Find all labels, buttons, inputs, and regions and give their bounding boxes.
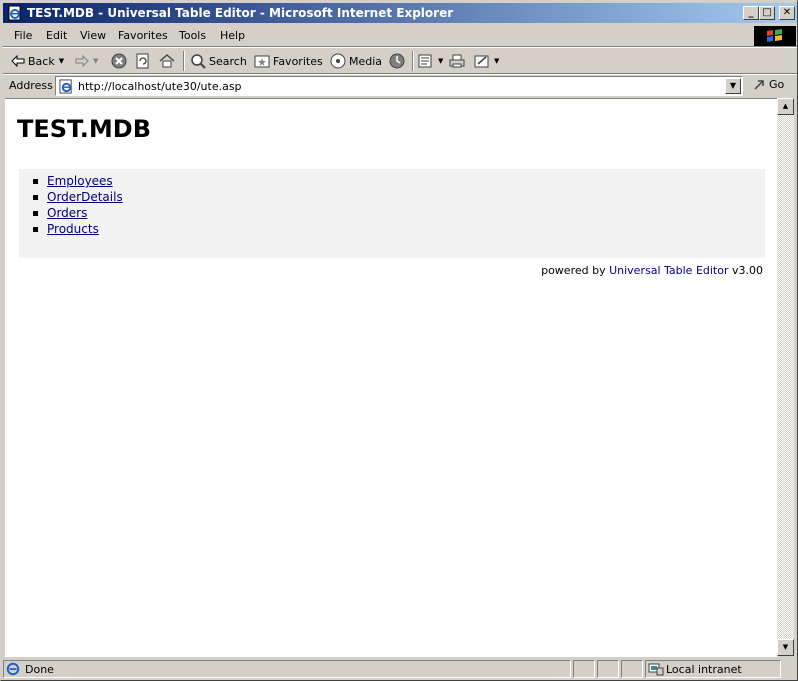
- refresh-icon: [136, 53, 149, 69]
- ie-page-icon: [59, 79, 72, 94]
- menu-help[interactable]: Help: [220, 29, 245, 42]
- page-title: TEST.MDB: [17, 115, 151, 143]
- search-icon: [191, 54, 206, 69]
- list-item: Products: [33, 222, 123, 238]
- address-dropdown-button[interactable]: ▼: [725, 78, 741, 94]
- scroll-down-button[interactable]: ▼: [777, 639, 794, 656]
- list-item: Employees: [33, 174, 123, 190]
- edit-icon: [474, 55, 489, 68]
- go-arrow-icon: [754, 80, 764, 90]
- maximize-button[interactable]: □: [759, 6, 775, 20]
- status-panel: [573, 660, 595, 678]
- back-dropdown-icon[interactable]: ▼: [59, 57, 64, 65]
- back-button[interactable]: Back ▼: [11, 51, 64, 71]
- home-button[interactable]: [159, 51, 175, 71]
- menu-edit[interactable]: Edit: [46, 29, 67, 42]
- powered-prefix: powered by: [541, 264, 610, 277]
- forward-button[interactable]: ▼: [75, 51, 98, 71]
- search-label: Search: [209, 54, 247, 68]
- forward-arrow-icon: [75, 55, 89, 67]
- search-button[interactable]: Search: [190, 51, 247, 71]
- table-link-employees[interactable]: Employees: [47, 174, 113, 188]
- window-title: TEST.MDB - Universal Table Editor - Micr…: [27, 6, 454, 20]
- browser-window: TEST.MDB - Universal Table Editor - Micr…: [0, 0, 798, 681]
- table-list-panel: Employees OrderDetails Orders Products: [19, 169, 765, 258]
- address-input[interactable]: http://localhost/ute30/ute.asp ▼: [55, 76, 743, 96]
- back-arrow-icon: [11, 55, 25, 67]
- powered-by-footer: powered by Universal Table Editor v3.00: [541, 264, 763, 277]
- edit-button[interactable]: ▼: [474, 51, 499, 71]
- ie-page-icon: [8, 5, 21, 21]
- ute-link[interactable]: Universal Table Editor: [609, 264, 728, 277]
- zone-text: Local intranet: [666, 663, 742, 676]
- powered-version: v3.00: [728, 264, 763, 277]
- toolbar-separator: [183, 51, 185, 71]
- status-panel: [621, 660, 643, 678]
- print-button[interactable]: [449, 51, 465, 71]
- menu-tools[interactable]: Tools: [179, 29, 206, 42]
- scroll-up-button[interactable]: ▲: [777, 98, 794, 115]
- standard-toolbar: Back ▼ ▼ Search Favorites Media ▼ ▼: [3, 48, 797, 73]
- minimize-button[interactable]: _: [743, 6, 759, 20]
- table-link-orders[interactable]: Orders: [47, 206, 87, 220]
- favorites-label: Favorites: [273, 54, 323, 68]
- media-button[interactable]: Media: [330, 51, 382, 71]
- home-icon: [159, 54, 175, 68]
- mail-dropdown-icon[interactable]: ▼: [438, 57, 443, 65]
- title-bar[interactable]: TEST.MDB - Universal Table Editor - Micr…: [3, 3, 797, 23]
- mail-button[interactable]: ▼: [418, 51, 443, 71]
- menu-bar: File Edit View Favorites Tools Help: [3, 25, 797, 46]
- status-text: Done: [25, 663, 54, 676]
- menu-view[interactable]: View: [80, 29, 106, 42]
- stop-icon: [111, 53, 127, 69]
- media-icon: [330, 53, 346, 69]
- status-bar: Done Local intranet: [3, 659, 797, 679]
- table-link-products[interactable]: Products: [47, 222, 99, 236]
- list-item: OrderDetails: [33, 190, 123, 206]
- history-button[interactable]: [389, 51, 405, 71]
- address-url: http://localhost/ute30/ute.asp: [78, 80, 242, 93]
- close-button[interactable]: ✕: [779, 6, 795, 20]
- print-icon: [449, 54, 465, 68]
- toolbar-separator: [412, 51, 414, 71]
- status-main-panel: Done: [3, 660, 571, 678]
- intranet-icon: [648, 663, 664, 676]
- history-icon: [389, 53, 405, 69]
- stop-button[interactable]: [111, 51, 127, 71]
- zone-panel: Local intranet: [645, 660, 781, 678]
- address-label: Address: [9, 79, 53, 92]
- back-label: Back: [28, 54, 55, 68]
- mail-icon: [418, 54, 432, 68]
- windows-flag-icon: [754, 26, 796, 46]
- table-list: Employees OrderDetails Orders Products: [33, 174, 123, 238]
- ie-page-icon: [6, 662, 20, 676]
- menu-file[interactable]: File: [14, 29, 32, 42]
- menu-favorites[interactable]: Favorites: [118, 29, 168, 42]
- address-bar: Address http://localhost/ute30/ute.asp ▼…: [3, 75, 797, 97]
- page-viewport: TEST.MDB Employees OrderDetails Orders P…: [5, 98, 777, 657]
- refresh-button[interactable]: [135, 51, 151, 71]
- table-link-orderdetails[interactable]: OrderDetails: [47, 190, 123, 204]
- go-label: Go: [769, 77, 785, 91]
- edit-dropdown-icon[interactable]: ▼: [494, 57, 499, 65]
- vertical-scrollbar[interactable]: ▲ ▼: [777, 98, 794, 656]
- media-label: Media: [349, 54, 383, 68]
- favorites-button[interactable]: Favorites: [254, 51, 323, 71]
- go-button[interactable]: Go: [753, 77, 784, 91]
- favorites-icon: [254, 55, 270, 68]
- status-panel: [597, 660, 619, 678]
- list-item: Orders: [33, 206, 123, 222]
- forward-dropdown-icon[interactable]: ▼: [93, 57, 98, 65]
